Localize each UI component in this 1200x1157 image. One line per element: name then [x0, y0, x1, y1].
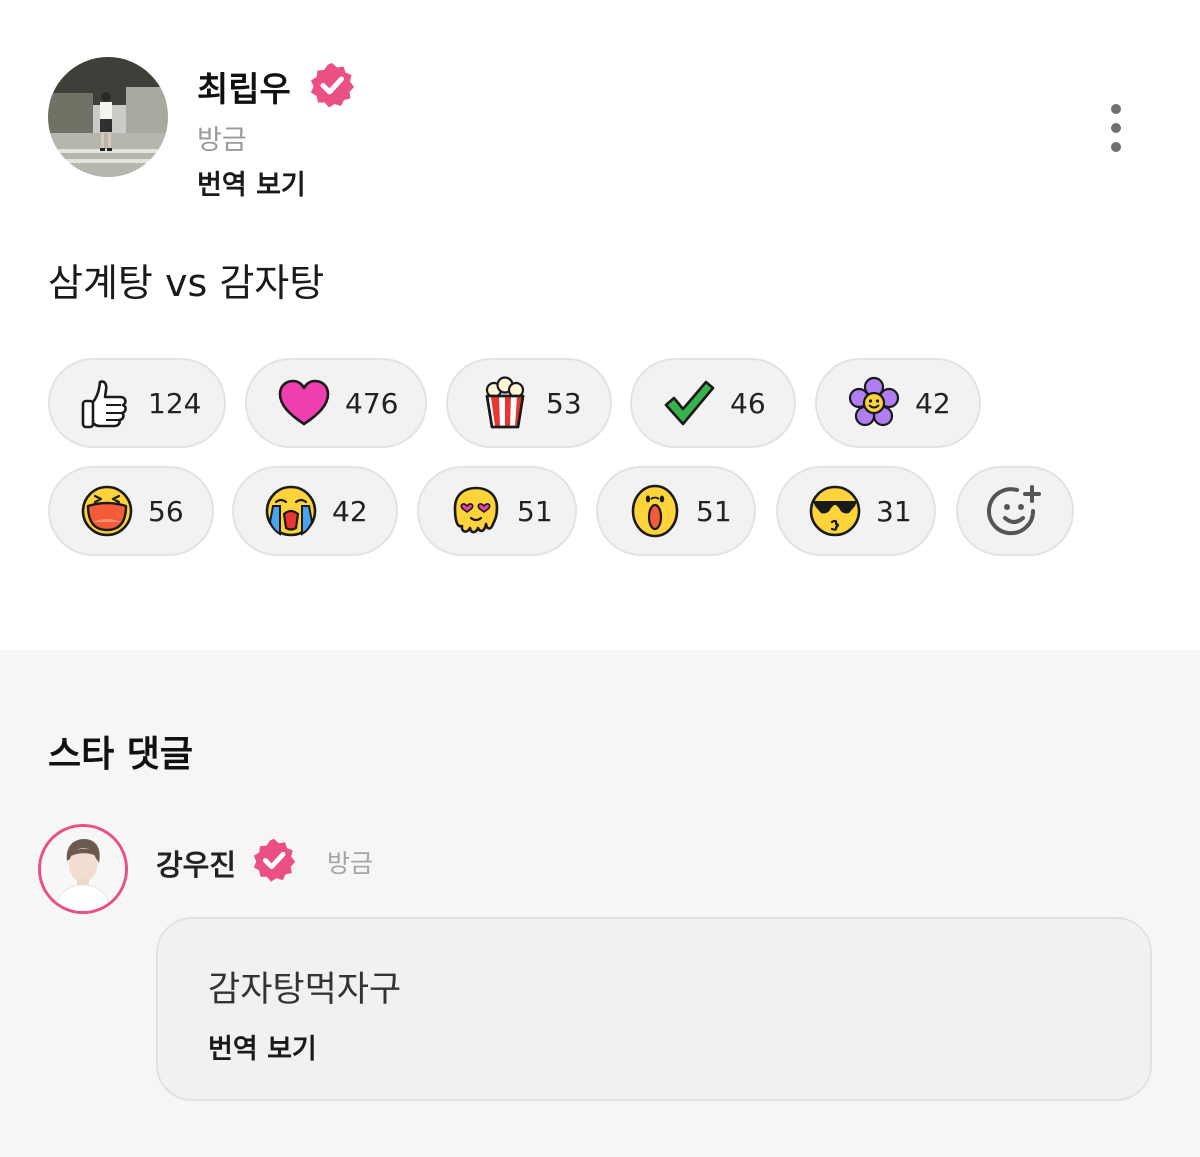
post-text: 삼계탕 vs 감자탕	[48, 261, 325, 305]
laughing-face-icon	[81, 485, 133, 537]
crying-face-icon	[265, 485, 317, 537]
reaction-count: 51	[696, 494, 732, 528]
reaction-flower[interactable]: 42	[815, 358, 981, 448]
reaction-thumbs-up[interactable]: 124	[48, 358, 226, 448]
reaction-count: 124	[148, 386, 202, 420]
star-comments-section: 스타 댓글 강우진 방금 감자탕먹자구 번역 보기	[0, 650, 1200, 1157]
post-time: 방금	[197, 125, 247, 156]
flower-icon	[848, 376, 900, 427]
reaction-laughing[interactable]: 56	[48, 466, 214, 556]
reaction-count: 31	[876, 494, 912, 528]
reaction-crying[interactable]: 42	[232, 466, 398, 556]
author-name[interactable]: 최립우	[197, 62, 291, 111]
comment-translate-link[interactable]: 번역 보기	[208, 1027, 317, 1066]
surprised-face-icon	[631, 484, 679, 538]
comment-time: 방금	[327, 849, 374, 878]
commenter-avatar[interactable]	[38, 824, 128, 914]
translate-link[interactable]: 번역 보기	[197, 163, 306, 202]
reaction-sunglasses[interactable]: 31	[776, 466, 936, 556]
reaction-count: 56	[148, 494, 184, 528]
author-avatar[interactable]	[48, 57, 168, 177]
reaction-surprised[interactable]: 51	[596, 466, 756, 556]
sunglasses-face-icon	[809, 485, 861, 537]
reaction-count: 46	[730, 386, 766, 420]
verified-badge-icon	[311, 63, 354, 108]
comment-text: 감자탕먹자구	[208, 970, 402, 1010]
check-icon	[664, 380, 715, 426]
commenter-name[interactable]: 강우진	[156, 842, 236, 884]
verified-badge-icon	[253, 838, 296, 882]
comment-bubble: 감자탕먹자구 번역 보기	[156, 917, 1152, 1101]
reaction-count: 42	[332, 494, 368, 528]
heart-icon	[278, 379, 330, 426]
post-card: 최립우 방금 번역 보기 삼계탕 vs 감자탕 124 476 53 46 42…	[0, 0, 1200, 650]
thumbs-up-icon	[81, 380, 127, 429]
reaction-popcorn[interactable]: 53	[446, 358, 612, 448]
reaction-heart[interactable]: 476	[245, 358, 427, 448]
reaction-count: 51	[517, 494, 553, 528]
section-title: 스타 댓글	[48, 734, 194, 775]
add-reaction-button[interactable]	[956, 466, 1074, 556]
more-vertical-icon[interactable]	[1096, 100, 1136, 156]
reaction-count: 42	[915, 386, 951, 420]
reaction-count: 53	[546, 386, 582, 420]
reaction-check[interactable]: 46	[630, 358, 796, 448]
add-reaction-icon	[987, 485, 1041, 536]
reaction-melting[interactable]: 51	[417, 466, 577, 556]
reaction-count: 476	[345, 386, 399, 420]
popcorn-icon	[485, 376, 525, 429]
melting-heart-eyes-icon	[453, 486, 499, 534]
